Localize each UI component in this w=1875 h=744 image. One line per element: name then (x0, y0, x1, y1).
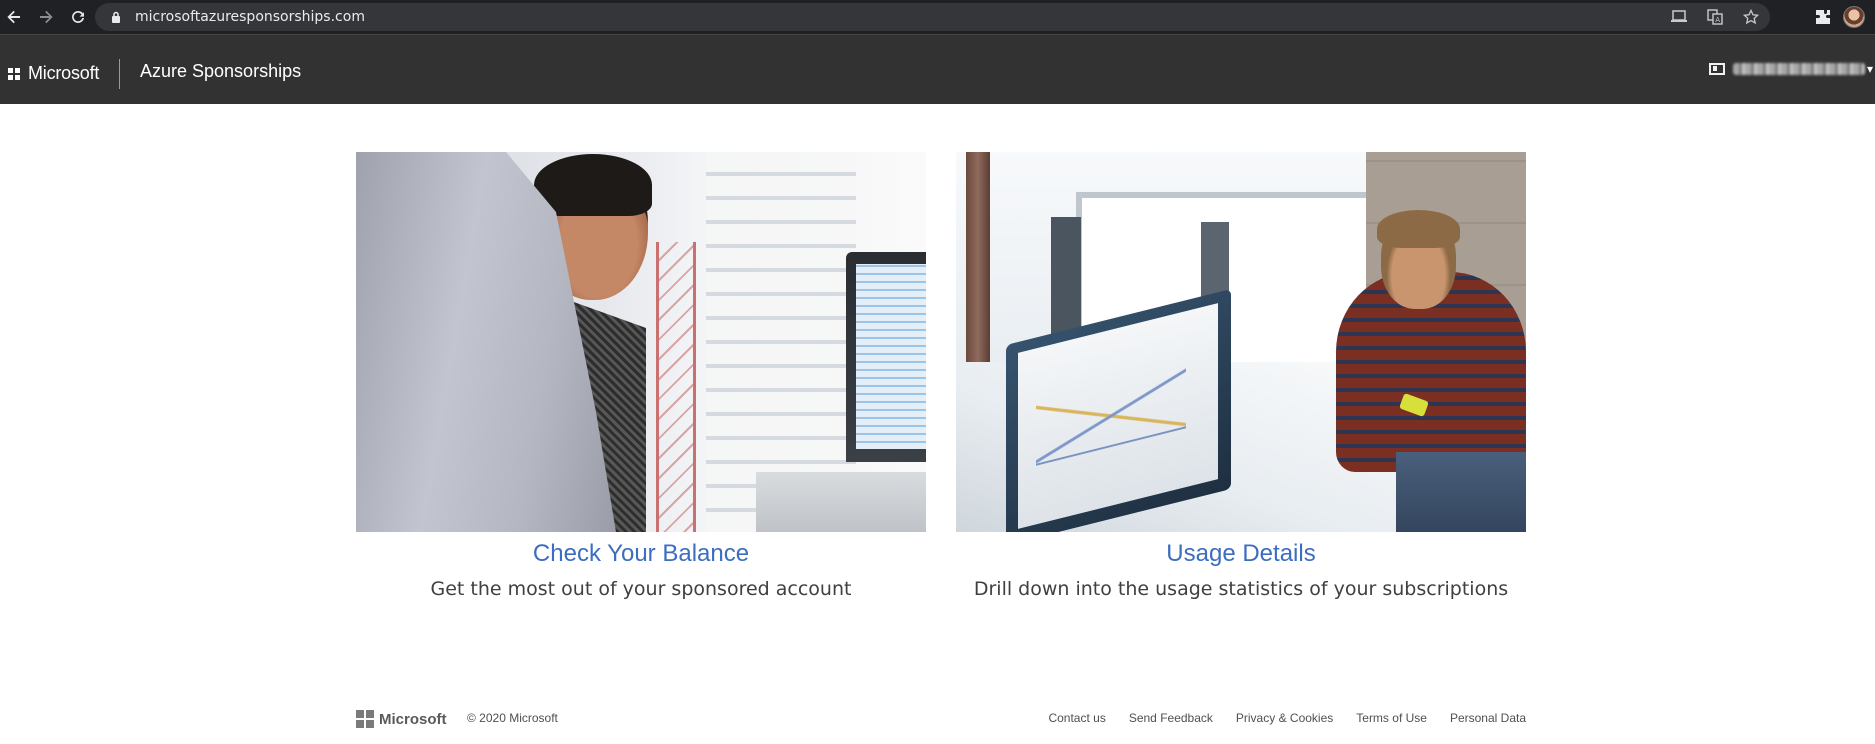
profile-avatar[interactable] (1843, 6, 1865, 28)
back-arrow-icon[interactable] (3, 6, 25, 28)
brand-name: Microsoft (28, 63, 100, 83)
check-balance-link[interactable]: Check Your Balance (356, 540, 926, 568)
star-icon[interactable] (1742, 8, 1760, 26)
cast-icon[interactable] (1670, 8, 1688, 26)
lock-icon[interactable] (109, 10, 123, 24)
card-usage-details: Usage Details Drill down into the usage … (956, 152, 1526, 600)
site-title[interactable]: Azure Sponsorships (140, 61, 301, 82)
account-menu[interactable]: ▾ (1709, 62, 1873, 76)
dropdown-caret-icon: ▾ (1867, 62, 1874, 76)
extensions-icon[interactable] (1813, 7, 1833, 27)
microsoft-logo[interactable]: Microsoft (8, 63, 99, 84)
svg-text:A: A (1715, 16, 1720, 24)
translate-icon[interactable]: A (1706, 8, 1724, 26)
footer-links: Contact us Send Feedback Privacy & Cooki… (1048, 711, 1526, 725)
footer-microsoft-logo[interactable]: Microsoft (356, 710, 447, 728)
card-check-balance: Check Your Balance Get the most out of y… (356, 152, 926, 600)
card-image-developer-at-desk[interactable] (956, 152, 1526, 532)
url-text[interactable]: microsoftazuresponsorships.com (135, 9, 365, 25)
reload-icon[interactable] (67, 6, 89, 28)
usage-details-link[interactable]: Usage Details (956, 540, 1526, 568)
card-description: Drill down into the usage statistics of … (973, 578, 1509, 600)
windows-logo-icon (356, 710, 374, 728)
footer: Microsoft © 2020 Microsoft Contact us Se… (356, 710, 1526, 730)
windows-logo-icon (8, 67, 20, 80)
footer-link-personal-data[interactable]: Personal Data (1450, 711, 1526, 725)
browser-toolbar: microsoftazuresponsorships.com A (0, 0, 1875, 34)
address-bar[interactable]: microsoftazuresponsorships.com A (95, 3, 1770, 31)
site-header: Microsoft Azure Sponsorships ▾ (0, 34, 1875, 104)
forward-arrow-icon[interactable] (35, 6, 57, 28)
card-description: Get the most out of your sponsored accou… (430, 578, 852, 600)
footer-link-send-feedback[interactable]: Send Feedback (1129, 711, 1213, 725)
footer-brand: Microsoft (379, 710, 447, 728)
account-name-redacted (1733, 63, 1865, 75)
account-card-icon (1709, 63, 1725, 75)
footer-link-terms-of-use[interactable]: Terms of Use (1356, 711, 1427, 725)
card-image-office-colleagues[interactable] (356, 152, 926, 532)
footer-link-contact-us[interactable]: Contact us (1048, 711, 1105, 725)
footer-link-privacy-cookies[interactable]: Privacy & Cookies (1236, 711, 1333, 725)
header-divider (119, 59, 120, 89)
copyright-text: © 2020 Microsoft (467, 711, 558, 725)
